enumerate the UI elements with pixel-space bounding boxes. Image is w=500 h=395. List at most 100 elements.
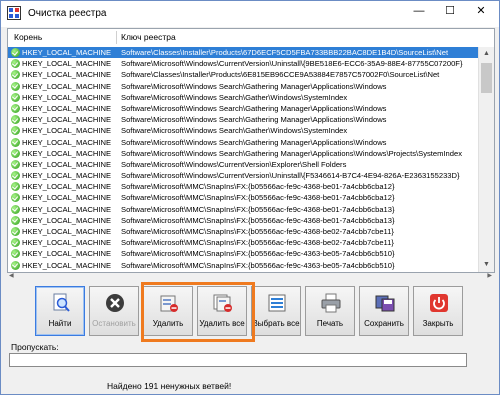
row-key: Software\Microsoft\MMC\SnapIns\FX:{b0556… xyxy=(121,215,395,225)
row-root: HKEY_LOCAL_MACHINE xyxy=(22,171,112,181)
check-icon xyxy=(11,227,20,236)
check-icon xyxy=(11,81,20,91)
check-icon xyxy=(11,59,20,69)
table-row[interactable]: HKEY_LOCAL_MACHINE Software\Microsoft\MMC… xyxy=(8,248,478,259)
row-root: HKEY_LOCAL_MACHINE xyxy=(22,70,112,80)
table-row[interactable]: HKEY_LOCAL_MACHINE Software\Microsoft\Win… xyxy=(8,159,478,170)
select-all-button[interactable]: Выбрать все xyxy=(251,286,301,336)
stop-button[interactable]: Остановить xyxy=(89,286,139,336)
row-root: HKEY_LOCAL_MACHINE xyxy=(22,260,112,270)
table-row[interactable]: HKEY_LOCAL_MACHINE Software\Microsoft\MMC… xyxy=(8,237,478,248)
close-button[interactable]: Закрыть xyxy=(413,286,463,336)
vertical-scrollbar[interactable]: ▲ ▼ xyxy=(478,47,494,272)
scroll-down-arrow-icon[interactable]: ▼ xyxy=(479,258,494,272)
check-icon xyxy=(11,148,20,158)
row-root: HKEY_LOCAL_MACHINE xyxy=(22,193,112,203)
skip-label: Пропускать: xyxy=(11,342,59,352)
highlight-frame xyxy=(141,282,255,342)
row-key: Software\Microsoft\Windows\CurrentVersio… xyxy=(121,171,460,181)
table-row[interactable]: HKEY_LOCAL_MACHINE Software\Microsoft\Win… xyxy=(8,81,478,92)
list-rows: HKEY_LOCAL_MACHINE Software\Classes\Insta… xyxy=(8,47,478,273)
minimize-button[interactable]: — xyxy=(405,1,433,21)
check-icon xyxy=(11,92,20,102)
horizontal-scrollbar[interactable]: ◀ ▶ xyxy=(7,272,494,279)
table-row[interactable]: HKEY_LOCAL_MACHINE Software\Microsoft\Win… xyxy=(8,148,478,159)
row-root: HKEY_LOCAL_MACHINE xyxy=(22,59,112,69)
check-icon xyxy=(11,260,20,270)
scroll-up-arrow-icon[interactable]: ▲ xyxy=(479,47,494,61)
close-window-button[interactable]: ✕ xyxy=(467,1,495,21)
row-root: HKEY_LOCAL_MACHINE xyxy=(22,238,112,248)
stop-button-label: Остановить xyxy=(92,319,136,328)
save-icon xyxy=(375,295,395,312)
maximize-button[interactable]: ☐ xyxy=(436,1,464,21)
table-row[interactable]: HKEY_LOCAL_MACHINE Software\Microsoft\MMC… xyxy=(8,181,478,192)
select-all-button-label: Выбрать все xyxy=(252,319,300,328)
scroll-thumb[interactable] xyxy=(481,63,492,93)
row-key: Software\Microsoft\Windows Search\Gather… xyxy=(121,137,387,147)
table-row[interactable]: HKEY_LOCAL_MACHINE Software\Microsoft\Win… xyxy=(8,170,478,181)
row-root: HKEY_LOCAL_MACHINE xyxy=(22,204,112,214)
table-row[interactable]: HKEY_LOCAL_MACHINE Software\Microsoft\Win… xyxy=(8,114,478,125)
column-divider[interactable] xyxy=(116,31,117,44)
check-icon xyxy=(11,126,20,136)
column-header-root[interactable]: Корень xyxy=(14,32,42,42)
check-icon xyxy=(11,103,20,113)
table-row[interactable]: HKEY_LOCAL_MACHINE Software\Classes\Insta… xyxy=(8,69,478,80)
row-root: HKEY_LOCAL_MACHINE xyxy=(22,182,112,192)
table-row[interactable]: HKEY_LOCAL_MACHINE Software\Microsoft\MMC… xyxy=(8,204,478,215)
table-row[interactable]: HKEY_LOCAL_MACHINE Software\Microsoft\MMC… xyxy=(8,226,478,237)
title-bar: Очистка реестра — ☐ ✕ xyxy=(1,1,499,27)
save-button[interactable]: Сохранить xyxy=(359,286,409,336)
table-row[interactable]: HKEY_LOCAL_MACHINE Software\Microsoft\Win… xyxy=(8,58,478,69)
check-icon xyxy=(11,215,20,225)
row-key: Software\Microsoft\Windows Search\Gather… xyxy=(121,126,348,136)
save-button-label: Сохранить xyxy=(364,319,404,328)
check-icon xyxy=(11,182,20,192)
table-row[interactable]: HKEY_LOCAL_MACHINE Software\Microsoft\MMC… xyxy=(8,192,478,203)
table-row[interactable]: HKEY_LOCAL_MACHINE Software\Microsoft\MMC… xyxy=(8,215,478,226)
column-header-key[interactable]: Ключ реестра xyxy=(121,32,176,42)
scroll-left-arrow-icon[interactable]: ◀ xyxy=(9,272,14,279)
row-key: Software\Microsoft\MMC\SnapIns\FX:{b0556… xyxy=(121,227,394,236)
row-key: Software\Classes\Installer\Products\67D6… xyxy=(121,48,449,57)
table-row[interactable]: HKEY_LOCAL_MACHINE Software\Microsoft\Win… xyxy=(8,92,478,103)
row-root: HKEY_LOCAL_MACHINE xyxy=(22,48,112,57)
row-key: Software\Microsoft\Windows Search\Gather… xyxy=(121,103,387,113)
scroll-right-arrow-icon[interactable]: ▶ xyxy=(487,272,492,279)
stop-icon xyxy=(106,294,124,312)
row-key: Software\Microsoft\Windows Search\Gather… xyxy=(121,81,387,91)
check-icon xyxy=(11,193,20,203)
row-key: Software\Microsoft\MMC\SnapIns\FX:{b0556… xyxy=(121,260,395,270)
check-icon xyxy=(11,70,20,80)
table-row[interactable]: HKEY_LOCAL_MACHINE Software\Microsoft\Win… xyxy=(8,125,478,136)
row-key: Software\Microsoft\MMC\SnapIns\FX:{b0556… xyxy=(121,249,395,259)
print-button[interactable]: Печать xyxy=(305,286,355,336)
registry-app-icon xyxy=(7,6,21,20)
check-icon xyxy=(11,249,20,259)
table-row[interactable]: HKEY_LOCAL_MACHINE Software\Microsoft\Win… xyxy=(8,137,478,148)
check-icon xyxy=(11,238,20,248)
row-key: Software\Microsoft\MMC\SnapIns\FX:{b0556… xyxy=(121,238,394,248)
skip-input[interactable] xyxy=(9,353,467,367)
row-key: Software\Microsoft\Windows Search\Gather… xyxy=(121,148,463,158)
printer-icon xyxy=(321,293,341,313)
table-row[interactable]: HKEY_LOCAL_MACHINE Software\Microsoft\Win… xyxy=(8,103,478,114)
row-root: HKEY_LOCAL_MACHINE xyxy=(22,249,112,259)
row-root: HKEY_LOCAL_MACHINE xyxy=(22,103,112,113)
row-root: HKEY_LOCAL_MACHINE xyxy=(22,115,112,125)
row-key: Software\Microsoft\MMC\SnapIns\FX:{b0556… xyxy=(121,204,395,214)
results-list[interactable]: Корень Ключ реестра HKEY_LOCAL_MACHINE So… xyxy=(7,28,495,273)
print-button-label: Печать xyxy=(316,319,344,328)
check-icon xyxy=(11,115,20,125)
table-row[interactable]: HKEY_LOCAL_MACHINE Software\Classes\Insta… xyxy=(8,47,478,59)
row-key: Software\Microsoft\Windows\CurrentVersio… xyxy=(121,59,463,69)
row-key: Software\Microsoft\Windows Search\Gather… xyxy=(121,115,387,125)
row-root: HKEY_LOCAL_MACHINE xyxy=(22,126,112,136)
table-row[interactable]: HKEY_LOCAL_MACHINE Software\Microsoft\MMC… xyxy=(8,260,478,271)
find-button[interactable]: Найти xyxy=(35,286,85,336)
window-title: Очистка реестра xyxy=(28,8,107,19)
check-icon xyxy=(11,204,20,214)
row-key: Software\Microsoft\MMC\SnapIns\FX:{b0556… xyxy=(121,182,395,192)
select-all-icon xyxy=(268,294,286,312)
